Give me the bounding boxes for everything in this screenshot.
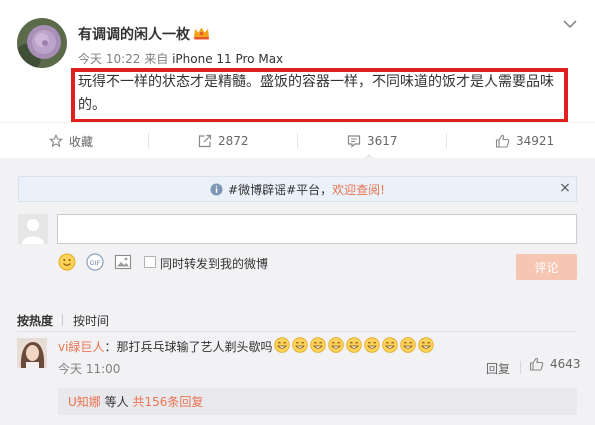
star-icon <box>49 134 63 148</box>
forward-button[interactable]: 2872 <box>198 123 249 159</box>
forward-checkbox[interactable] <box>144 256 156 268</box>
sort-divider-line <box>17 331 577 332</box>
sub-reply-middle: 等人 <box>100 395 133 409</box>
comment-action-divider <box>520 361 521 374</box>
notice-tag[interactable]: #微博辟谣#平台， <box>228 181 332 198</box>
gif-icon[interactable]: GIF <box>86 253 104 271</box>
comment-like-count: 4643 <box>550 357 581 371</box>
comment-like-button[interactable]: 4643 <box>529 357 581 371</box>
comment-icon <box>347 135 361 148</box>
info-icon <box>210 183 223 195</box>
favorite-label: 收藏 <box>69 134 94 149</box>
action-divider <box>446 133 447 149</box>
my-avatar <box>18 214 48 244</box>
sub-replies-summary[interactable]: U知娜 等人 共156条回复 <box>68 393 203 410</box>
grin-emoji-icon <box>364 337 381 353</box>
sort-by-hot-tab[interactable]: 按热度 <box>17 314 53 328</box>
submit-comment-button[interactable]: 评论 <box>516 254 577 280</box>
emoji-row <box>272 337 435 357</box>
grin-emoji-icon <box>310 337 327 353</box>
like-count: 34921 <box>516 134 555 148</box>
comment-line: vi緑巨人 ：那打兵乓球输了艺人剃头歇吗 <box>58 337 435 357</box>
thumbs-up-icon <box>529 357 544 371</box>
grin-emoji-icon <box>346 337 363 353</box>
thumbs-up-icon <box>495 134 510 148</box>
sub-reply-username[interactable]: U知娜 <box>68 395 101 409</box>
grin-emoji-icon <box>274 337 291 353</box>
like-button[interactable]: 34921 <box>495 123 554 159</box>
image-icon[interactable] <box>114 253 132 271</box>
post-meta: 今天 10:22 来自 iPhone 11 Pro Max <box>78 50 283 67</box>
sort-divider <box>62 314 64 326</box>
comment-text: ：那打兵乓球输了艺人剃头歇吗 <box>104 340 273 354</box>
grin-emoji-icon <box>328 337 345 353</box>
favorite-button[interactable]: 收藏 <box>49 123 93 159</box>
forward-icon <box>198 134 212 148</box>
forward-checkbox-label[interactable]: 同时转发到我的微博 <box>160 255 268 272</box>
comment-sort-bar: 按热度 按时间 <box>17 312 109 329</box>
rumor-notice: #微博辟谣#平台， 欢迎查阅! <box>18 176 577 202</box>
sub-reply-count[interactable]: 共156条回复 <box>132 395 203 409</box>
post-source-prefix: 来自 <box>144 52 169 66</box>
sort-by-time-tab[interactable]: 按时间 <box>73 314 109 328</box>
action-divider <box>297 133 298 149</box>
post-content: 玩得不一样的状态才是精髓。盛饭的容器一样，不同味道的饭才是人需要品味的。 <box>78 74 554 113</box>
post-action-bar: 收藏 2872 3617 34921 <box>0 122 595 159</box>
grin-emoji-icon <box>292 337 309 353</box>
chevron-down-icon[interactable] <box>562 18 578 30</box>
post-source-device: iPhone 11 Pro Max <box>172 52 284 66</box>
svg-text:GIF: GIF <box>90 259 101 267</box>
comment-time: 今天 11:00 <box>58 362 121 376</box>
forward-count: 2872 <box>218 134 249 148</box>
commenter-username[interactable]: vi緑巨人 <box>58 339 104 355</box>
post-username[interactable]: 有调调的闲人一枚 <box>78 24 190 44</box>
action-divider <box>148 133 149 149</box>
post-card: 有调调的闲人一枚 今天 10:22 来自 iPhone 11 Pro Max 玩… <box>0 0 595 159</box>
post-timestamp[interactable]: 今天 10:22 <box>78 52 140 66</box>
comment-count: 3617 <box>367 134 398 148</box>
comment-input[interactable] <box>57 214 577 244</box>
reply-button[interactable]: 回复 <box>486 360 510 377</box>
vip-crown-icon[interactable] <box>193 26 210 40</box>
grin-emoji-icon <box>418 337 435 353</box>
grin-emoji-icon <box>382 337 399 353</box>
smile-emoji-icon[interactable] <box>58 253 76 271</box>
notice-link[interactable]: 欢迎查阅! <box>332 181 385 198</box>
grin-emoji-icon <box>400 337 417 353</box>
user-avatar[interactable] <box>17 18 67 68</box>
close-icon[interactable]: × <box>557 180 573 196</box>
commenter-avatar[interactable] <box>17 338 47 368</box>
